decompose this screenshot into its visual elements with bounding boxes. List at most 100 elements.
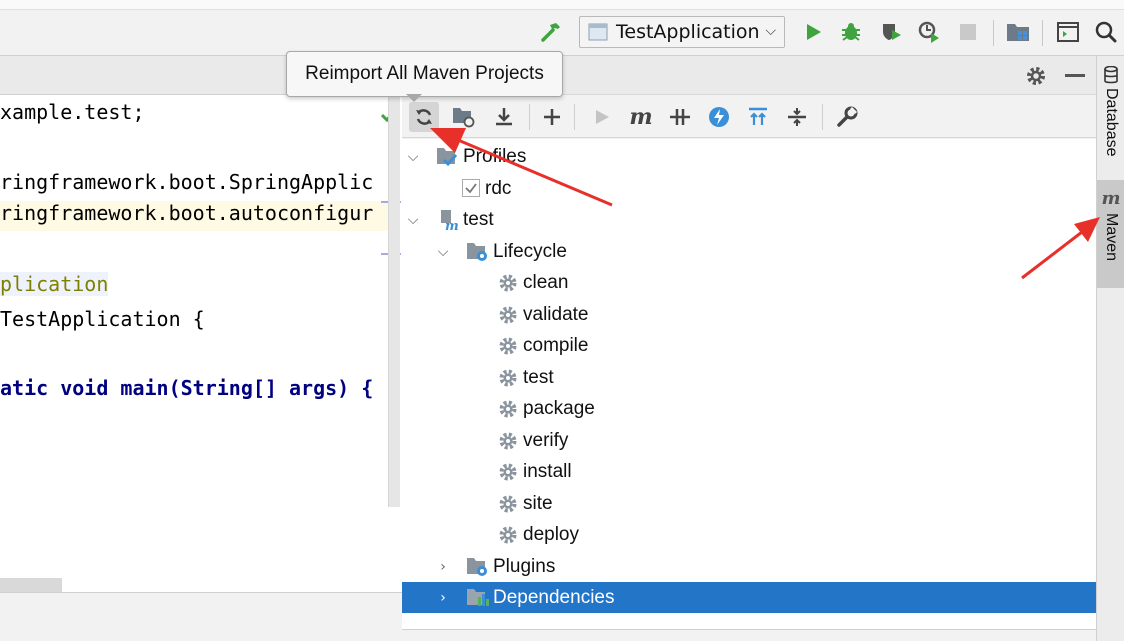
code-line-annotation: plication (0, 272, 109, 296)
tooltip-tail (406, 94, 422, 102)
gear-icon (497, 430, 519, 456)
tool-window-tab-label: Database (1103, 88, 1120, 157)
code-line-import-1: ringframework.boot.SpringApplic (0, 170, 374, 194)
status-strip (402, 629, 1096, 641)
maven-toolbar: m (402, 95, 1096, 138)
gear-icon (497, 493, 519, 519)
run-maven-icon[interactable] (587, 102, 617, 132)
phase-label: package (523, 397, 595, 419)
tree-node-label: Plugins (493, 555, 556, 577)
maven-icon: m (1101, 188, 1121, 209)
stop-icon[interactable] (954, 18, 982, 46)
toolbar-separator (822, 104, 823, 130)
phase-label: test (523, 366, 554, 388)
terminal-layout-icon[interactable] (1054, 18, 1082, 46)
tree-node-lifecycle[interactable]: ⌵ Lifecycle (402, 236, 1096, 267)
run-configuration-select[interactable]: TestApplication ⌵ (579, 16, 785, 48)
gear-icon (497, 461, 519, 487)
search-icon[interactable] (1092, 18, 1120, 46)
tree-node-phase[interactable]: test (402, 362, 1096, 393)
tree-node-label: Profiles (463, 145, 527, 167)
tree-node-phase[interactable]: deploy (402, 519, 1096, 550)
phase-label: validate (523, 303, 589, 325)
phase-label: deploy (523, 523, 579, 545)
chevron-right-icon[interactable]: › (435, 590, 451, 606)
dependencies-folder-icon (466, 587, 490, 613)
tool-window-tab-maven[interactable]: m Maven (1097, 180, 1124, 288)
chevron-down-icon[interactable]: ⌵ (435, 244, 451, 260)
show-dependencies-icon[interactable] (743, 102, 773, 132)
collapse-all-icon[interactable] (782, 102, 812, 132)
run-configuration-label: TestApplication (616, 21, 760, 43)
tree-node-phase[interactable]: package (402, 393, 1096, 424)
gear-icon (497, 272, 519, 298)
toolbar-separator (574, 104, 575, 130)
editor-horizontal-scrollbar[interactable] (0, 578, 62, 592)
code-line-main-method: atic void main(String[] args) { (0, 376, 374, 400)
maven-module-icon: m (440, 209, 460, 235)
tree-node-plugins[interactable]: › Plugins (402, 551, 1096, 582)
toolbar-separator (529, 104, 530, 130)
tree-node-label: Lifecycle (493, 240, 567, 262)
add-icon[interactable] (537, 102, 567, 132)
tree-node-profiles[interactable]: ⌵ Profiles (402, 141, 1096, 172)
tree-node-label: test (463, 208, 494, 230)
download-icon[interactable] (489, 102, 519, 132)
tree-node-profile-rdc[interactable]: rdc (402, 173, 1096, 204)
plugins-folder-icon (466, 556, 490, 582)
skip-tests-icon[interactable] (704, 102, 734, 132)
editor-vertical-scrollbar[interactable] (388, 95, 400, 507)
phase-label: verify (523, 429, 569, 451)
tree-node-phase[interactable]: verify (402, 425, 1096, 456)
minimize-icon[interactable] (1065, 74, 1085, 77)
tooltip-text: Reimport All Maven Projects (305, 63, 544, 84)
gear-icon (497, 304, 519, 330)
tool-window-tab-database[interactable]: Database (1097, 66, 1124, 176)
toolbar-separator (1042, 20, 1043, 46)
toggle-offline-icon[interactable] (665, 102, 695, 132)
tree-node-phase[interactable]: site (402, 488, 1096, 519)
project-structure-icon[interactable] (1004, 18, 1032, 46)
run-icon[interactable] (799, 18, 827, 46)
tree-node-label: Dependencies (493, 586, 615, 608)
reimport-icon[interactable] (409, 102, 439, 132)
tree-node-label: rdc (485, 177, 512, 199)
debug-icon[interactable] (837, 18, 865, 46)
right-tool-window-strip: Database m Maven (1096, 56, 1124, 641)
profile-checkbox[interactable] (462, 179, 480, 197)
code-editor[interactable]: xample.test; ringframework.boot.SpringAp… (0, 95, 402, 595)
code-line-package: xample.test; (0, 100, 145, 124)
tree-node-dependencies[interactable]: › Dependencies (402, 582, 1096, 613)
gear-icon (497, 335, 519, 361)
profiles-folder-icon (436, 146, 460, 172)
gear-icon (497, 524, 519, 550)
application-config-icon (588, 23, 608, 41)
main-toolbar: TestApplication ⌵ (0, 0, 1124, 56)
maven-projects-tree: ⌵ Profiles rdc ⌵ m test ⌵ Lifecycle clea… (402, 139, 1096, 629)
coverage-icon[interactable] (877, 18, 905, 46)
gear-icon[interactable] (1025, 65, 1047, 91)
code-line-class-decl: TestApplication { (0, 307, 205, 331)
generate-sources-icon[interactable] (449, 102, 479, 132)
phase-label: site (523, 492, 553, 514)
execute-goal-icon[interactable]: m (626, 102, 656, 132)
code-line-import-2: ringframework.boot.autoconfigur (0, 201, 388, 231)
editor-bottom-area (0, 592, 402, 641)
tree-node-phase[interactable]: compile (402, 330, 1096, 361)
tree-node-phase[interactable]: clean (402, 267, 1096, 298)
reimport-tooltip: Reimport All Maven Projects (286, 51, 563, 97)
chevron-down-icon: ⌵ (765, 23, 776, 39)
phase-label: compile (523, 334, 589, 356)
profile-icon[interactable] (915, 18, 943, 46)
tree-node-phase[interactable]: install (402, 456, 1096, 487)
hammer-icon[interactable] (537, 18, 565, 46)
gear-icon (497, 398, 519, 424)
settings-wrench-icon[interactable] (832, 102, 862, 132)
chevron-right-icon[interactable]: › (435, 559, 451, 575)
lifecycle-folder-icon (466, 241, 490, 267)
chevron-down-icon[interactable]: ⌵ (405, 149, 421, 165)
tree-node-phase[interactable]: validate (402, 299, 1096, 330)
chevron-down-icon[interactable]: ⌵ (405, 212, 421, 228)
tree-node-project-test[interactable]: ⌵ m test (402, 204, 1096, 235)
menu-strip (0, 0, 1124, 10)
